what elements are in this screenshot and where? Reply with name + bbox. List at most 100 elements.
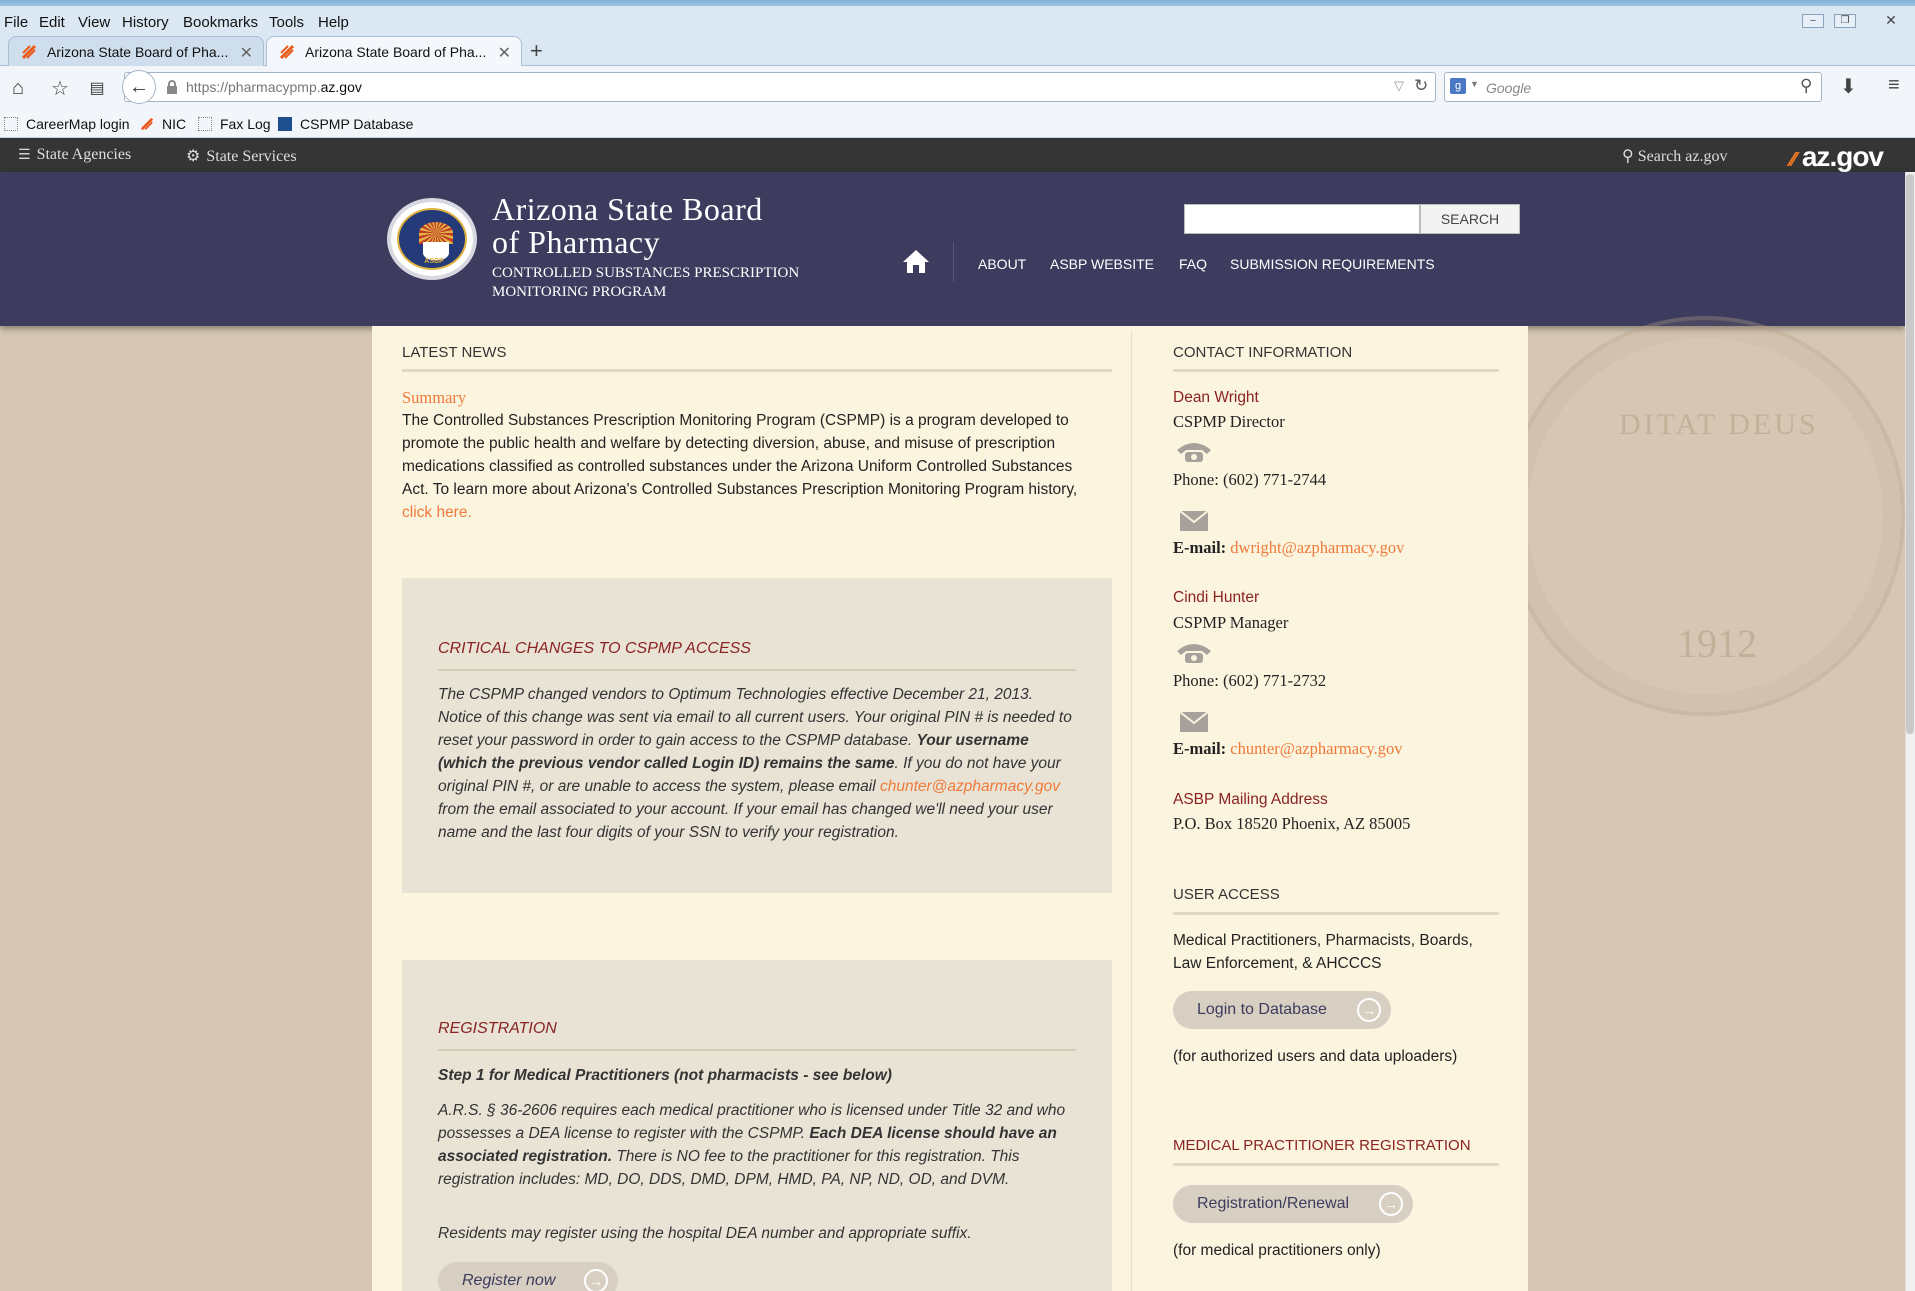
heading-rule xyxy=(1173,1163,1499,1166)
close-window-button[interactable]: ✕ xyxy=(1880,13,1902,28)
register-now-button[interactable]: Register now → xyxy=(438,1262,618,1291)
google-icon[interactable]: g xyxy=(1450,78,1466,94)
nav-submission-requirements[interactable]: SUBMISSION REQUIREMENTS xyxy=(1230,256,1435,272)
minimize-button[interactable]: – xyxy=(1802,14,1824,28)
site-title[interactable]: Arizona State Board of Pharmacy xyxy=(492,193,763,259)
bookmark-fax-log[interactable]: Fax Log xyxy=(198,116,271,132)
tab-close-icon[interactable]: ✕ xyxy=(498,43,511,63)
menu-bar: File Edit View History Bookmarks Tools H… xyxy=(0,6,1915,36)
download-icon[interactable]: ⬇ xyxy=(1840,74,1857,99)
bookmarks-toolbar: CareerMap login NIC Fax Log CSPMP Databa… xyxy=(0,110,1915,138)
bookmark-careermap[interactable]: CareerMap login xyxy=(4,116,130,132)
watermark-year: 1912 xyxy=(1677,621,1757,666)
search-icon: ⚲ xyxy=(1622,146,1634,165)
back-button[interactable]: ← xyxy=(122,70,156,104)
home-icon[interactable] xyxy=(902,248,930,274)
browser-tab-active[interactable]: Arizona State Board of Pha... ✕ xyxy=(266,36,522,67)
nav-asbp-website[interactable]: ASBP WEBSITE xyxy=(1050,256,1154,272)
arrow-right-icon: → xyxy=(1357,998,1381,1022)
phone-icon xyxy=(1177,443,1211,462)
reader-icon[interactable]: ▤ xyxy=(85,76,109,100)
click-here-link[interactable]: click here. xyxy=(402,504,472,521)
mailing-address: P.O. Box 18520 Phoenix, AZ 85005 xyxy=(1173,814,1411,833)
email-link[interactable]: chunter@azpharmacy.gov xyxy=(880,778,1060,795)
reload-icon[interactable]: ↻ xyxy=(1414,76,1428,96)
callout-rule xyxy=(438,1049,1076,1051)
hamburger-menu-icon[interactable]: ≡ xyxy=(1888,74,1900,97)
menu-file[interactable]: File xyxy=(4,14,28,31)
home-icon[interactable]: ⌂ xyxy=(6,76,30,100)
site-search-button[interactable]: SEARCH xyxy=(1420,204,1520,234)
az-favicon-icon xyxy=(279,44,295,60)
column-divider xyxy=(1131,330,1132,1291)
bookmark-nic[interactable]: NIC xyxy=(140,116,186,132)
latest-news-heading: LATEST NEWS xyxy=(402,344,507,361)
az-gov-bar: ☰ State Agencies ⚙ State Services ⚲ Search … xyxy=(0,138,1915,172)
contact-phone: Phone: (602) 771-2744 xyxy=(1173,470,1327,489)
contact-role: CSPMP Director xyxy=(1173,412,1285,431)
mailing-heading: ASBP Mailing Address xyxy=(1173,791,1328,808)
menu-help[interactable]: Help xyxy=(318,14,349,31)
critical-changes-callout: CRITICAL CHANGES TO CSPMP ACCESS The CSP… xyxy=(402,578,1112,893)
tab-title: Arizona State Board of Pha... xyxy=(47,44,229,60)
list-icon: ☰ xyxy=(18,147,31,163)
heading-rule xyxy=(1173,369,1499,372)
mp-registration-heading: MEDICAL PRACTITIONER REGISTRATION xyxy=(1173,1137,1471,1154)
mp-note: (for medical practitioners only) xyxy=(1173,1242,1381,1259)
heading-rule xyxy=(1173,912,1499,915)
menu-edit[interactable]: Edit xyxy=(39,14,65,31)
az-favicon-icon xyxy=(140,117,154,131)
search-magnifier-icon[interactable]: ⚲ xyxy=(1800,76,1812,96)
az-favicon-icon xyxy=(21,44,37,60)
nav-divider xyxy=(953,242,954,282)
state-agencies-link[interactable]: ☰ State Agencies xyxy=(18,146,131,164)
email-link[interactable]: chunter@azpharmacy.gov xyxy=(1230,739,1402,758)
tab-close-icon[interactable]: ✕ xyxy=(240,43,253,63)
callout-text: The CSPMP changed vendors to Optimum Tec… xyxy=(438,686,1072,841)
page-icon xyxy=(198,117,212,131)
state-services-link[interactable]: ⚙ State Services xyxy=(186,146,297,166)
callout-title: CRITICAL CHANGES TO CSPMP ACCESS xyxy=(438,640,751,657)
contact-role: CSPMP Manager xyxy=(1173,613,1289,632)
tab-title: Arizona State Board of Pha... xyxy=(305,44,487,60)
summary-text: The Controlled Substances Prescription M… xyxy=(402,412,1078,521)
search-placeholder: Google xyxy=(1486,80,1532,96)
envelope-icon xyxy=(1179,711,1209,732)
nav-faq[interactable]: FAQ xyxy=(1179,256,1207,272)
email-link[interactable]: dwright@azpharmacy.gov xyxy=(1230,538,1404,557)
menu-view[interactable]: View xyxy=(78,14,110,31)
az-gov-logo[interactable]: ⁄⁄ az.gov xyxy=(1790,141,1884,173)
bookmark-star-icon[interactable]: ☆ xyxy=(48,76,72,100)
new-tab-button[interactable]: + xyxy=(530,38,543,64)
registration-text: A.R.S. § 36-2606 requires each medical p… xyxy=(438,1102,1066,1188)
registration-callout: REGISTRATION Step 1 for Medical Practiti… xyxy=(402,960,1112,1291)
search-az-gov-link[interactable]: ⚲ Search az.gov xyxy=(1622,146,1727,166)
callout-rule xyxy=(438,669,1076,671)
gear-icon: ⚙ xyxy=(186,146,201,165)
scrollbar-thumb[interactable] xyxy=(1906,174,1914,734)
lock-icon xyxy=(167,80,177,94)
summary-heading: Summary xyxy=(402,388,467,407)
asbp-seal-logo[interactable]: ASBP xyxy=(387,198,477,280)
contact-email: E-mail: chunter@azpharmacy.gov xyxy=(1173,739,1403,758)
registration-renewal-button[interactable]: Registration/Renewal → xyxy=(1173,1185,1413,1223)
tab-strip: Arizona State Board of Pha... ✕ Arizona … xyxy=(0,34,1915,67)
menu-history[interactable]: History xyxy=(122,14,169,31)
search-engine-dropdown-icon[interactable]: ▼ xyxy=(1470,79,1479,89)
menu-tools[interactable]: Tools xyxy=(269,14,304,31)
site-subtitle: CONTROLLED SUBSTANCES PRESCRIPTION MONIT… xyxy=(492,265,800,300)
site-search-input[interactable] xyxy=(1184,204,1420,234)
bookmark-cspmp-database[interactable]: CSPMP Database xyxy=(278,116,413,132)
menu-bookmarks[interactable]: Bookmarks xyxy=(183,14,258,31)
login-to-database-button[interactable]: Login to Database → xyxy=(1173,991,1391,1029)
login-note: (for authorized users and data uploaders… xyxy=(1173,1048,1458,1065)
watermark-motto: DITAT DEUS xyxy=(1619,408,1819,441)
browser-tab[interactable]: Arizona State Board of Pha... ✕ xyxy=(8,36,264,66)
nav-about[interactable]: ABOUT xyxy=(978,256,1026,272)
url-text: https://pharmacypmp.az.gov xyxy=(186,79,362,95)
step1-heading: Step 1 for Medical Practitioners (not ph… xyxy=(438,1067,892,1084)
callout-title: REGISTRATION xyxy=(438,1020,557,1037)
dropdown-arrow-icon[interactable]: ▽ xyxy=(1394,78,1404,94)
restore-button[interactable]: ❐ xyxy=(1834,14,1856,28)
page-icon xyxy=(4,117,18,131)
